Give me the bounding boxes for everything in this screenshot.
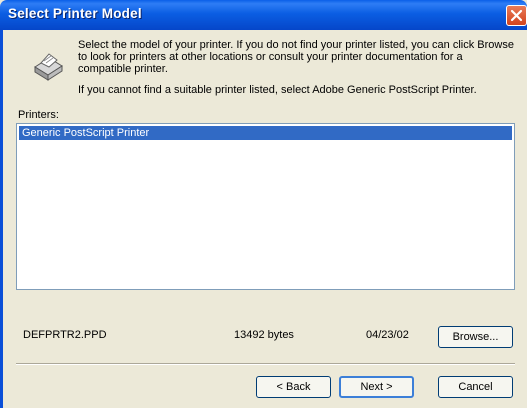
printer-listbox[interactable]: Generic PostScript Printer <box>16 123 515 290</box>
separator <box>16 363 515 365</box>
list-item[interactable]: Generic PostScript Printer <box>19 126 512 140</box>
ppd-file-date: 04/23/02 <box>366 329 409 341</box>
printers-label: Printers: <box>18 109 59 121</box>
ppd-filename: DEFPRTR2.PPD <box>23 329 107 341</box>
fallback-instruction-text: If you cannot find a suitable printer li… <box>78 84 477 96</box>
browse-button[interactable]: Browse... <box>438 326 513 348</box>
instruction-text: Select the model of your printer. If you… <box>78 39 514 75</box>
close-button[interactable] <box>506 5 527 26</box>
cancel-button[interactable]: Cancel <box>438 376 513 398</box>
file-info-bar: DEFPRTR2.PPD 13492 bytes 04/23/02 <box>16 323 420 347</box>
window-title: Select Printer Model <box>8 6 142 21</box>
back-button[interactable]: < Back <box>256 376 331 398</box>
printer-icon <box>34 53 63 81</box>
next-button[interactable]: Next > <box>339 376 414 398</box>
title-bar: Select Printer Model <box>0 0 527 30</box>
close-icon <box>510 9 523 22</box>
ppd-file-size: 13492 bytes <box>234 329 294 341</box>
